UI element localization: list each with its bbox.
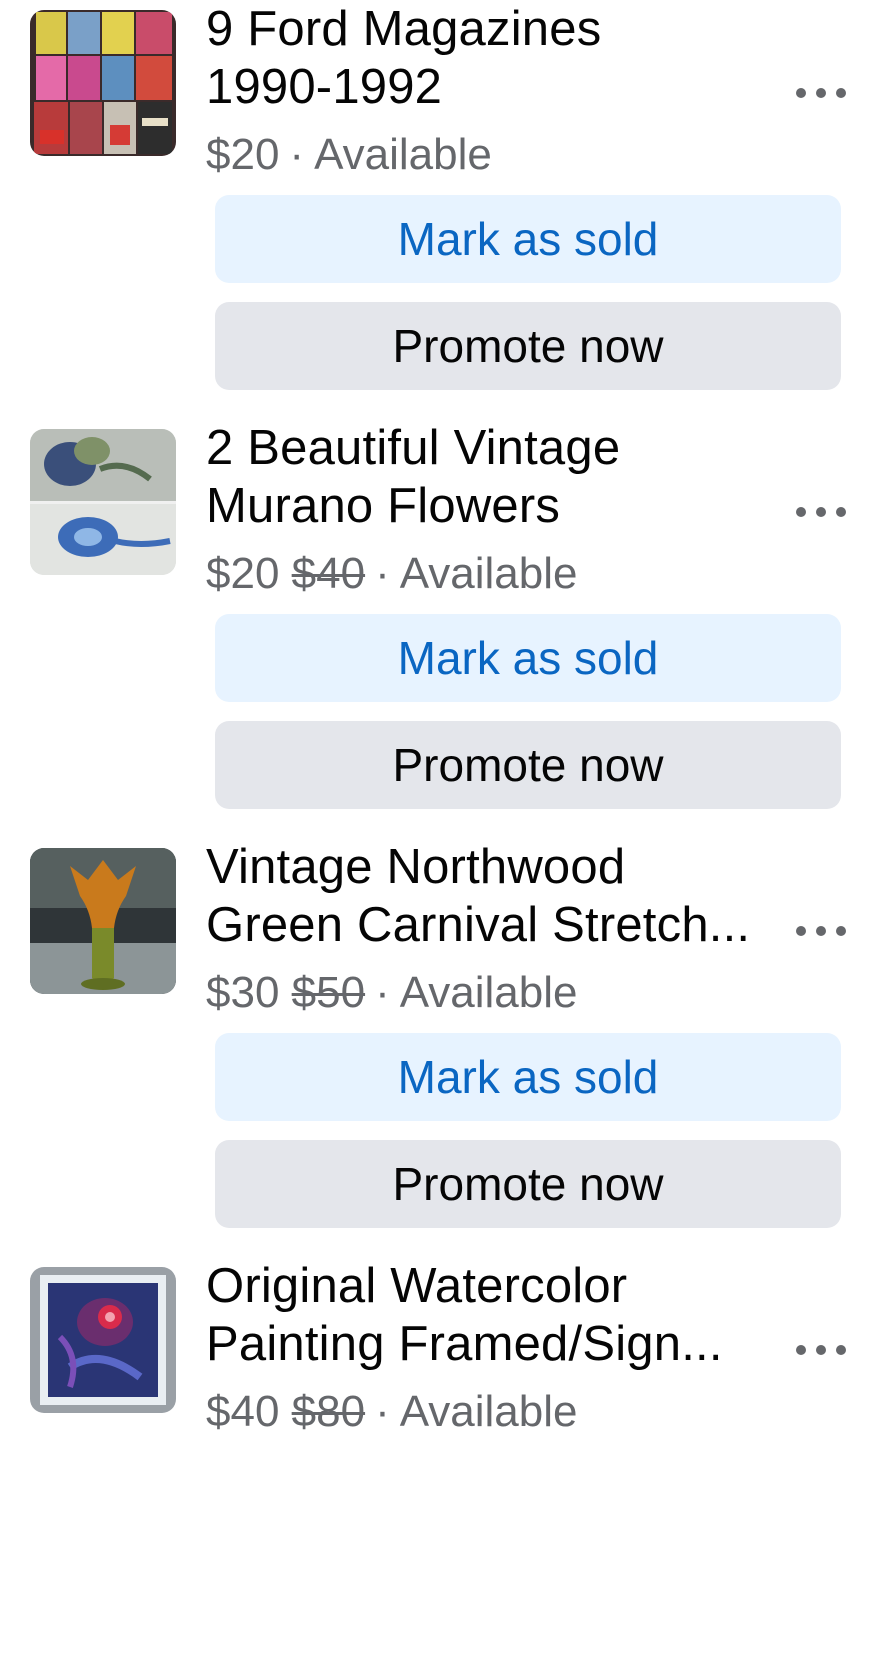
listing-thumbnail[interactable] (30, 10, 176, 156)
more-dot (816, 1345, 826, 1355)
listing-original-price: $40 (291, 549, 366, 598)
more-dot (816, 507, 826, 517)
separator: · (375, 968, 390, 1017)
more-dot (816, 88, 826, 98)
more-dot (836, 926, 846, 936)
more-dot (796, 507, 806, 517)
listing-original-price: $80 (291, 1387, 366, 1436)
listing-title-line: Murano Flowers (206, 479, 561, 533)
more-dot (836, 88, 846, 98)
separator: · (375, 549, 390, 598)
mark-as-sold-button[interactable]: Mark as sold (215, 195, 841, 283)
listing-item[interactable]: 9 Ford Magazines 1990-1992 $20 · Available… (0, 0, 880, 419)
more-dot (836, 1345, 846, 1355)
separator: · (289, 130, 305, 179)
listing-title-line: Painting Framed/Sign... (206, 1317, 723, 1371)
listing-price: $20 (206, 130, 280, 179)
more-dot (796, 926, 806, 936)
listing-title-line: Original Watercolor (206, 1259, 628, 1313)
listing-item[interactable]: Original Watercolor Painting Framed/Sign… (0, 1257, 880, 1676)
listing-price: $20 (206, 549, 280, 598)
promote-now-button[interactable]: Promote now (215, 721, 841, 809)
listing-thumbnail[interactable] (30, 429, 176, 575)
promote-now-button[interactable]: Promote now (215, 1140, 841, 1228)
more-dot (796, 88, 806, 98)
listing-status: Available (399, 549, 578, 598)
more-horizontal-icon[interactable] (796, 1339, 846, 1361)
listing-title[interactable]: Original Watercolor Painting Framed/Sign… (206, 1257, 766, 1373)
listing-thumbnail[interactable] (30, 1267, 176, 1413)
listing-price: $30 (206, 968, 280, 1017)
glass-flowers-image (30, 429, 176, 575)
listing-title-line: 9 Ford Magazines (206, 2, 602, 56)
more-dot (816, 926, 826, 936)
more-horizontal-icon[interactable] (796, 82, 846, 104)
listing-title[interactable]: 2 Beautiful Vintage Murano Flowers (206, 419, 766, 535)
promote-now-button[interactable]: Promote now (215, 302, 841, 390)
listing-status: Available (399, 968, 578, 1017)
listing-title-line: 2 Beautiful Vintage (206, 421, 621, 475)
magazines-image (30, 10, 176, 156)
price-status-line: $20 $40 · Available (206, 545, 578, 603)
listing-title-line: 1990-1992 (206, 60, 443, 114)
more-dot (836, 507, 846, 517)
listing-original-price: $50 (291, 968, 366, 1017)
separator: · (375, 1387, 390, 1436)
listing-item[interactable]: Vintage Northwood Green Carnival Stretch… (0, 838, 880, 1257)
more-horizontal-icon[interactable] (796, 920, 846, 942)
listing-title-line: Green Carnival Stretch... (206, 898, 751, 952)
mark-as-sold-button[interactable]: Mark as sold (215, 1033, 841, 1121)
carnival-vase-image (30, 848, 176, 994)
listing-status: Available (314, 130, 492, 179)
price-status-line: $30 $50 · Available (206, 964, 578, 1022)
watercolor-painting-image (30, 1267, 176, 1413)
listing-title[interactable]: Vintage Northwood Green Carnival Stretch… (206, 838, 766, 954)
price-status-line: $20 · Available (206, 126, 492, 184)
more-horizontal-icon[interactable] (796, 501, 846, 523)
listing-title-line: Vintage Northwood (206, 840, 626, 894)
listing-price: $40 (206, 1387, 280, 1436)
price-status-line: $40 $80 · Available (206, 1383, 578, 1441)
listing-item[interactable]: 2 Beautiful Vintage Murano Flowers $20 $… (0, 419, 880, 838)
listing-thumbnail[interactable] (30, 848, 176, 994)
listing-status: Available (399, 1387, 578, 1436)
listing-title[interactable]: 9 Ford Magazines 1990-1992 (206, 0, 766, 116)
more-dot (796, 1345, 806, 1355)
mark-as-sold-button[interactable]: Mark as sold (215, 614, 841, 702)
